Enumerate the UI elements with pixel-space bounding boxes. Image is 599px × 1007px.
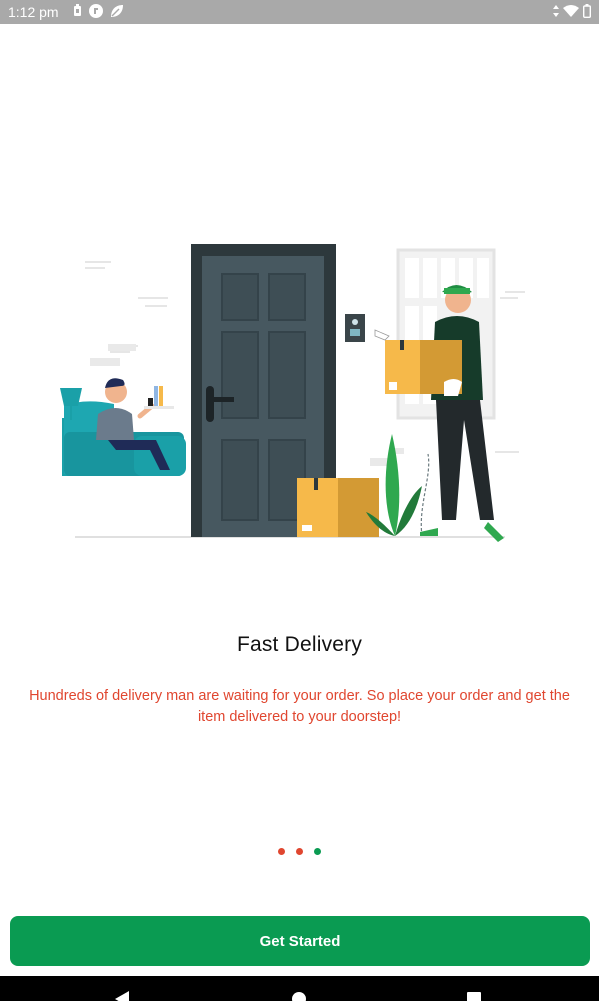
app-notification-icon	[88, 3, 103, 21]
status-time: 1:12 pm	[8, 4, 59, 20]
delivery-illustration	[50, 236, 550, 556]
get-started-button[interactable]: Get Started	[10, 916, 590, 966]
leaf-icon	[110, 4, 124, 21]
data-arrows-icon	[553, 4, 559, 20]
page-indicator	[0, 848, 599, 855]
battery-icon	[582, 3, 591, 21]
status-bar: 1:12 pm	[0, 0, 599, 24]
battery-saver-icon	[73, 4, 82, 20]
system-navigation-bar	[0, 976, 599, 1007]
back-icon[interactable]	[115, 991, 129, 1007]
wifi-icon	[563, 4, 579, 20]
page-dot-1[interactable]	[278, 848, 285, 855]
onboarding-description: Hundreds of delivery man are waiting for…	[29, 688, 570, 725]
page-dot-3-active[interactable]	[314, 848, 321, 855]
home-icon[interactable]	[292, 992, 306, 1006]
page-dot-2[interactable]	[296, 848, 303, 855]
recents-icon[interactable]	[467, 992, 481, 1006]
onboarding-title: Fast Delivery	[236, 633, 363, 656]
